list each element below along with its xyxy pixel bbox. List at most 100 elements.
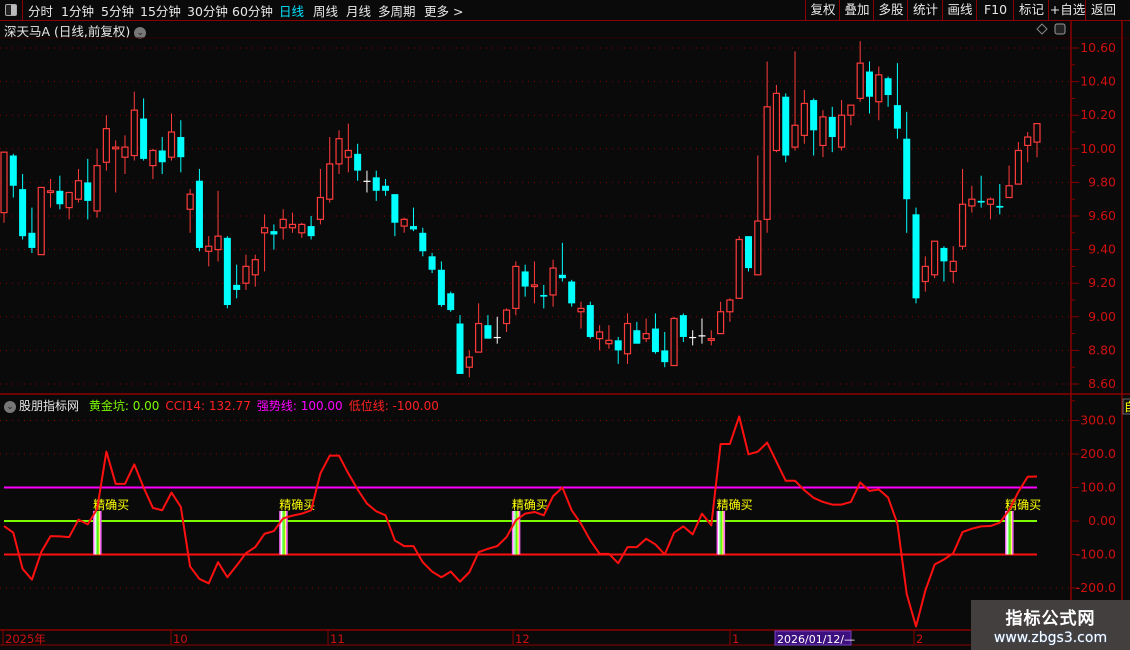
candle-body — [400, 218, 408, 227]
date-label: 12 — [515, 632, 530, 646]
candle-body — [214, 235, 222, 251]
candle-body — [707, 338, 715, 341]
candle-body — [419, 232, 427, 252]
candle-body — [856, 62, 864, 99]
watermark-title: 指标公式网 — [1005, 609, 1096, 629]
candle-body — [326, 163, 334, 200]
candle-body — [158, 150, 166, 163]
candle-body — [74, 180, 83, 200]
price-axis-label: 8.80 — [1088, 342, 1116, 357]
candle-body — [521, 271, 529, 287]
candle-body — [772, 92, 781, 152]
candle-body — [205, 245, 213, 252]
candle-body — [335, 138, 343, 165]
panel-toggle-icon — [1054, 23, 1066, 35]
candle-body — [130, 109, 138, 157]
candle-body — [958, 203, 967, 247]
candle-body — [493, 336, 501, 339]
candle-body — [121, 146, 129, 158]
candle-body — [605, 339, 613, 345]
candle-body — [614, 340, 622, 351]
signal-stripe — [1012, 510, 1014, 555]
candle-body — [577, 307, 585, 313]
watermark-url: www.zbgs3.com — [993, 630, 1108, 646]
signal-stripe — [95, 510, 98, 555]
signal-stripe — [1009, 510, 1011, 555]
candle-body — [623, 322, 632, 355]
indicator-axis-label: -100.0 — [1076, 547, 1116, 562]
price-axis-label: 10.00 — [1080, 141, 1116, 156]
candle-body — [344, 149, 352, 158]
candle-body — [186, 193, 194, 210]
candle-body — [968, 198, 976, 207]
candle-body — [931, 240, 939, 276]
candle-body — [689, 336, 697, 339]
candle-body — [475, 322, 483, 353]
candle-body — [233, 284, 241, 290]
cursor-date: 2026/01/12/— — [777, 633, 855, 646]
candle-body — [800, 102, 808, 136]
candle-body — [558, 274, 566, 279]
price-axis-label: 9.60 — [1088, 208, 1116, 223]
candle-body — [986, 198, 995, 205]
candle-body — [0, 151, 8, 214]
candle-body — [661, 350, 669, 363]
candle-body — [447, 293, 455, 311]
signal-stripe — [717, 510, 720, 555]
candle-body — [698, 335, 706, 337]
candle-body — [512, 265, 520, 309]
signal-stripe — [1010, 510, 1013, 555]
candle-body — [726, 299, 734, 313]
candle-body — [251, 259, 259, 276]
signal-stripe — [1007, 510, 1010, 555]
candle-body — [223, 237, 231, 306]
candle-body — [884, 78, 892, 96]
signal-bar — [93, 510, 102, 555]
candle-body — [102, 128, 110, 163]
signal-bar — [716, 510, 726, 555]
price-axis-label: 9.40 — [1088, 242, 1116, 257]
candle-body — [921, 265, 929, 283]
candle-body — [307, 226, 315, 237]
candle-body — [65, 191, 73, 209]
candle-body — [745, 236, 753, 269]
signal-stripe — [513, 510, 515, 555]
right-strip-tag-text: 自 — [1124, 400, 1130, 414]
candle-body — [56, 190, 64, 205]
candle-body — [37, 186, 45, 256]
price-axis-label: 10.40 — [1080, 74, 1116, 89]
candle-body — [28, 232, 36, 248]
candle-body — [456, 323, 464, 374]
date-label: 10 — [173, 632, 188, 646]
signal-stripe — [93, 510, 95, 555]
price-axis-label: 10.60 — [1080, 40, 1116, 55]
candle-body — [996, 205, 1004, 208]
watermark: 指标公式网 www.zbgs3.com — [971, 600, 1130, 650]
candle-body — [828, 116, 836, 138]
signal-stripe — [98, 510, 101, 555]
signal-stripe — [716, 510, 719, 555]
candle-body — [437, 269, 445, 306]
candle-body — [382, 185, 390, 191]
candle-body — [782, 96, 790, 156]
candle-body — [912, 214, 920, 299]
signal-stripe — [722, 510, 724, 555]
candle-body — [112, 146, 120, 150]
signal-stripe — [516, 510, 518, 555]
signal-stripe — [1006, 510, 1008, 555]
candle-body — [642, 333, 650, 340]
candle-body — [409, 226, 417, 230]
candle-body — [270, 231, 278, 235]
signal-stripe — [100, 510, 102, 555]
candle-body — [260, 227, 269, 234]
price-axis-label: 10.20 — [1080, 107, 1116, 122]
candle-body — [195, 180, 203, 248]
indicator-axis-label: 200.0 — [1080, 446, 1116, 461]
chart-canvas[interactable]: 10.6010.4010.2010.009.809.609.409.209.00… — [0, 0, 1130, 650]
candle-body — [810, 100, 818, 131]
signal-label: 精确买 — [717, 498, 753, 512]
signal-stripe — [280, 510, 283, 555]
candle-body — [791, 124, 799, 148]
price-axis-label: 9.80 — [1088, 174, 1116, 189]
signal-stripe — [723, 510, 726, 555]
